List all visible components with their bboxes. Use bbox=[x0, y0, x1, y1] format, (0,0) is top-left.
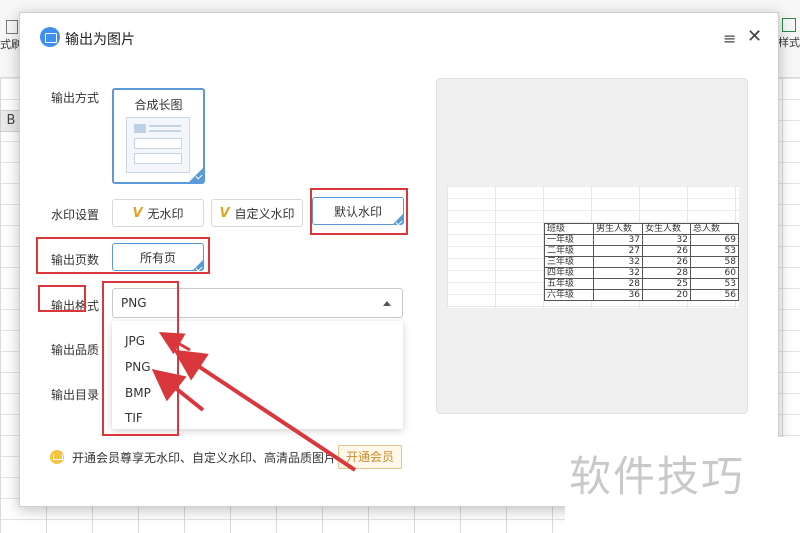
styles-label: 样式 bbox=[778, 36, 800, 49]
table-cell: 36 bbox=[593, 289, 643, 301]
all-pages-option[interactable]: 所有页 bbox=[112, 243, 204, 271]
long-image-option-label: 合成长图 bbox=[134, 98, 183, 112]
table-cell: 28 bbox=[593, 278, 643, 290]
table-cell: 25 bbox=[642, 278, 691, 290]
promo-text: 开通会员尊享无水印、自定义水印、高清品质图片 bbox=[72, 450, 337, 465]
format-option-png[interactable]: PNG bbox=[125, 360, 151, 374]
format-selected-value: PNG bbox=[121, 296, 147, 310]
table-cell: 四年级 bbox=[544, 267, 594, 279]
table-header-cell: 男生人数 bbox=[593, 223, 643, 235]
selected-check-icon bbox=[189, 168, 203, 182]
vip-icon: V bbox=[132, 205, 143, 221]
close-icon[interactable]: ✕ bbox=[747, 26, 762, 47]
custom-watermark-option[interactable]: V 自定义水印 bbox=[211, 199, 303, 227]
custom-watermark-label: 自定义水印 bbox=[234, 206, 295, 221]
brush-icon bbox=[6, 20, 18, 34]
table-cell: 五年级 bbox=[544, 278, 594, 290]
table-cell: 53 bbox=[690, 245, 739, 257]
table-cell: 58 bbox=[690, 256, 739, 268]
table-row: 一年级 37 32 69 bbox=[544, 234, 739, 246]
table-cell: 27 bbox=[593, 245, 643, 257]
format-dropdown: JPG PNG BMP TIF bbox=[112, 321, 403, 429]
table-cell: 一年级 bbox=[544, 234, 594, 246]
format-option-jpg[interactable]: JPG bbox=[125, 334, 145, 348]
table-row: 四年级 32 28 60 bbox=[544, 267, 739, 279]
selected-check-icon bbox=[393, 214, 403, 224]
table-row: 三年级 32 26 58 bbox=[544, 256, 739, 268]
table-cell: 32 bbox=[642, 234, 691, 246]
watermark-label: 水印设置 bbox=[51, 208, 100, 222]
long-image-option[interactable]: 合成长图 bbox=[112, 88, 205, 184]
no-watermark-option[interactable]: V 无水印 bbox=[112, 199, 204, 227]
table-cell: 32 bbox=[593, 256, 643, 268]
document-thumbnail-icon bbox=[126, 117, 190, 173]
menu-icon[interactable]: ≡ bbox=[723, 29, 736, 48]
table-row: 二年级 27 26 53 bbox=[544, 245, 739, 257]
table-cell: 20 bbox=[642, 289, 691, 301]
selected-check-icon bbox=[193, 260, 203, 270]
pages-label: 输出页数 bbox=[51, 253, 100, 267]
open-membership-button[interactable]: 开通会员 bbox=[338, 445, 402, 469]
table-cell: 53 bbox=[690, 278, 739, 290]
table-cell: 26 bbox=[642, 245, 691, 257]
table-cell: 二年级 bbox=[544, 245, 594, 257]
table-cell: 三年级 bbox=[544, 256, 594, 268]
crown-icon bbox=[50, 450, 64, 464]
default-watermark-option[interactable]: 默认水印 bbox=[312, 197, 404, 225]
table-cell: 26 bbox=[642, 256, 691, 268]
quality-label: 输出品质 bbox=[51, 343, 100, 357]
preview-panel: 班级 男生人数 女生人数 总人数 一年级 37 32 69 二年级 27 26 … bbox=[436, 78, 748, 414]
dialog-header: 输出为图片 ≡ ✕ bbox=[20, 13, 778, 63]
table-header-cell: 女生人数 bbox=[642, 223, 691, 235]
image-icon bbox=[40, 27, 60, 47]
table-cell: 60 bbox=[690, 267, 739, 279]
table-cell: 56 bbox=[690, 289, 739, 301]
format-option-bmp[interactable]: BMP bbox=[125, 386, 151, 400]
preview-sheet: 班级 男生人数 女生人数 总人数 一年级 37 32 69 二年级 27 26 … bbox=[447, 186, 739, 308]
format-select[interactable]: PNG bbox=[112, 288, 403, 318]
table-header-row: 班级 男生人数 女生人数 总人数 bbox=[544, 223, 739, 235]
table-cell: 32 bbox=[593, 267, 643, 279]
vip-icon: V bbox=[219, 205, 230, 221]
table-row: 六年级 36 20 56 bbox=[544, 289, 739, 301]
table-header-cell: 班级 bbox=[544, 223, 594, 235]
table-style-icon bbox=[782, 18, 796, 32]
table-header-cell: 总人数 bbox=[690, 223, 739, 235]
all-pages-label: 所有页 bbox=[139, 250, 176, 265]
no-watermark-label: 无水印 bbox=[147, 206, 184, 221]
member-promo: 开通会员尊享无水印、自定义水印、高清品质图片 bbox=[50, 447, 336, 467]
table-cell: 六年级 bbox=[544, 289, 594, 301]
table-cell: 69 bbox=[690, 234, 739, 246]
table-cell: 37 bbox=[593, 234, 643, 246]
table-cell: 28 bbox=[642, 267, 691, 279]
output-mode-label: 输出方式 bbox=[51, 91, 100, 105]
format-option-tif[interactable]: TIF bbox=[125, 411, 143, 425]
caret-up-icon bbox=[383, 301, 391, 306]
table-row: 五年级 28 25 53 bbox=[544, 278, 739, 290]
default-watermark-label: 默认水印 bbox=[333, 204, 382, 219]
styles-button[interactable]: 样式 bbox=[778, 18, 800, 50]
watermark-text: 软件技巧 bbox=[569, 452, 746, 501]
preview-table: 班级 男生人数 女生人数 总人数 一年级 37 32 69 二年级 27 26 … bbox=[544, 223, 739, 301]
format-label: 输出格式 bbox=[51, 299, 100, 313]
export-image-dialog: 输出为图片 ≡ ✕ 输出方式 合成长图 水印设置 V 无水印 V 自定义水印 默… bbox=[19, 12, 779, 507]
dialog-title: 输出为图片 bbox=[65, 32, 135, 48]
directory-label: 输出目录 bbox=[51, 388, 100, 402]
site-watermark: 软件技巧 bbox=[565, 437, 800, 533]
